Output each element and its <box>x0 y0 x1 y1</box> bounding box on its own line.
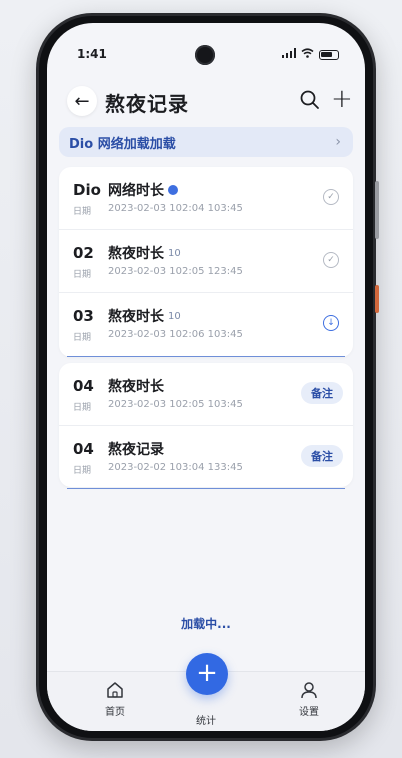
check-icon[interactable]: ✓ <box>323 189 339 205</box>
date-label: 日期 <box>73 207 92 217</box>
back-button[interactable]: ← <box>67 86 97 116</box>
user-icon <box>301 682 317 699</box>
check-icon[interactable]: ✓ <box>323 252 339 268</box>
note-button[interactable]: 备注 <box>301 382 343 404</box>
battery-icon <box>319 49 339 60</box>
item-date: 2023-02-03 102:05 123:45 <box>108 266 243 277</box>
item-number: 02 <box>73 244 94 262</box>
item-title: 熬夜时长 <box>108 309 164 325</box>
item-title: 网络时长 <box>108 183 164 199</box>
item-number: Dio <box>73 181 101 199</box>
item-date: 2023-02-03 102:04 103:45 <box>108 203 243 214</box>
loading-text: 加载中... <box>181 617 231 631</box>
list-item[interactable]: 02 熬夜时长 10 日期 2023-02-03 102:05 123:45 ✓ <box>59 229 353 292</box>
divider-line <box>67 356 345 357</box>
date-label: 日期 <box>73 466 92 476</box>
list-item[interactable]: Dio 网络时长 日期 2023-02-03 102:04 103:45 ✓ <box>59 167 353 229</box>
item-date: 2023-02-02 103:04 133:45 <box>108 462 243 473</box>
item-title-wrap: 熬夜时长 10 <box>108 306 181 326</box>
item-number: 04 <box>73 377 94 395</box>
app-header: ← 熬夜记录 + <box>47 81 365 121</box>
add-record-button[interactable]: + <box>186 653 228 695</box>
signal-icon <box>282 48 296 61</box>
info-badge-icon <box>168 185 178 195</box>
power-button <box>375 181 379 239</box>
item-title-wrap: 熬夜时长 10 <box>108 243 181 263</box>
tab-settings-label: 设置 <box>299 707 319 718</box>
item-title-wrap: 网络时长 <box>108 180 178 200</box>
status-bar: 1:41 <box>47 45 365 65</box>
tab-stats-label: 统计 <box>196 716 216 727</box>
list-item[interactable]: 04 熬夜时长 日期 2023-02-03 102:05 103:45 备注 <box>59 363 353 425</box>
item-title: 熬夜时长 <box>108 379 164 395</box>
item-title: 熬夜记录 <box>108 442 164 458</box>
item-number: 03 <box>73 307 94 325</box>
home-icon <box>107 682 123 698</box>
divider-line <box>67 488 345 489</box>
download-icon[interactable]: ↓ <box>323 315 339 331</box>
item-tag: 10 <box>168 310 181 322</box>
banner-text: Dio 网络加载加载 <box>69 136 176 152</box>
date-label: 日期 <box>73 270 92 280</box>
status-icons <box>282 48 339 61</box>
item-date: 2023-02-03 102:05 103:45 <box>108 399 243 410</box>
network-banner[interactable]: Dio 网络加载加载 › <box>59 127 353 157</box>
side-key <box>375 285 379 313</box>
wifi-icon <box>301 48 314 61</box>
status-time: 1:41 <box>77 47 107 61</box>
item-title: 熬夜时长 <box>108 246 164 262</box>
tab-home[interactable]: 首页 <box>85 680 145 718</box>
note-button[interactable]: 备注 <box>301 445 343 467</box>
list-item[interactable]: 03 熬夜时长 10 日期 2023-02-03 102:06 103:45 ↓ <box>59 292 353 355</box>
item-tag: 10 <box>168 247 181 259</box>
item-date: 2023-02-03 102:06 103:45 <box>108 329 243 340</box>
record-card-2: 04 熬夜时长 日期 2023-02-03 102:05 103:45 备注 0… <box>59 363 353 487</box>
arrow-left-icon: ← <box>74 90 90 112</box>
list-item[interactable]: 04 熬夜记录 日期 2023-02-02 103:04 133:45 备注 <box>59 425 353 488</box>
search-icon[interactable] <box>299 89 321 111</box>
date-label: 日期 <box>73 333 92 343</box>
screen: 1:41 ← 熬夜记录 + Dio 网络加载加载 › Dio 网络时长 日期 2… <box>47 23 365 731</box>
record-card-1: Dio 网络时长 日期 2023-02-03 102:04 103:45 ✓ 0… <box>59 167 353 357</box>
phone-frame: 1:41 ← 熬夜记录 + Dio 网络加载加载 › Dio 网络时长 日期 2… <box>36 13 379 741</box>
date-label: 日期 <box>73 403 92 413</box>
page-title: 熬夜记录 <box>105 92 189 116</box>
add-icon[interactable]: + <box>331 83 353 115</box>
plus-icon: + <box>196 658 218 688</box>
tab-settings[interactable]: 设置 <box>279 680 339 718</box>
tab-stats[interactable]: 统计 <box>176 712 236 727</box>
tab-home-label: 首页 <box>105 707 125 718</box>
item-number: 04 <box>73 440 94 458</box>
chevron-right-icon: › <box>335 134 341 150</box>
